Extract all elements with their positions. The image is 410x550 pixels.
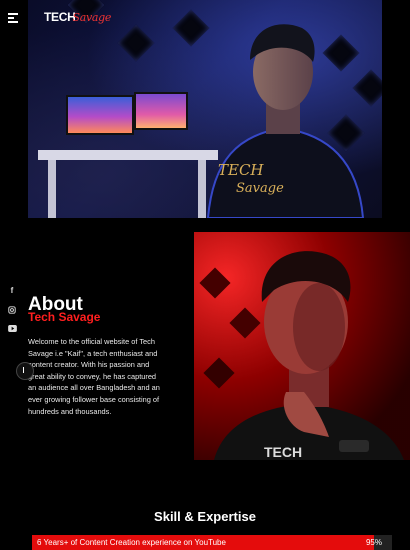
logo-text: TECH [44, 10, 76, 24]
desk [38, 150, 218, 160]
side-rail: f [0, 0, 28, 550]
about-description: Welcome to the official website of Tech … [28, 337, 160, 416]
svg-text:TECH: TECH [218, 161, 264, 179]
skill-progress-bar: 6 Years+ of Content Creation experience … [32, 535, 392, 550]
portrait-figure: TECH [214, 251, 404, 460]
skill-label: 6 Years+ of Content Creation experience … [37, 538, 226, 547]
about-subtitle: Tech Savage [28, 310, 101, 324]
hero-portrait: TECH Savage [206, 24, 365, 218]
hamburger-icon[interactable] [8, 13, 18, 25]
scroll-indicator-icon[interactable] [16, 362, 34, 380]
svg-text:Savage: Savage [236, 181, 284, 196]
logo-script-text: Savage [72, 11, 112, 24]
facebook-icon[interactable]: f [6, 284, 18, 296]
hero-banner: TECH Savage TECHSavage [28, 0, 382, 218]
monitor-left [66, 95, 134, 135]
svg-text:TECH: TECH [264, 444, 302, 460]
youtube-icon[interactable] [6, 322, 18, 334]
instagram-icon[interactable] [6, 304, 18, 316]
skills-heading: Skill & Expertise [154, 509, 256, 524]
site-logo[interactable]: TECHSavage [44, 10, 111, 24]
monitor-right [134, 92, 188, 130]
skill-percent: 95% [365, 538, 382, 547]
acoustic-panel [117, 24, 155, 62]
desk-leg [48, 160, 56, 218]
about-portrait: TECH [194, 232, 410, 460]
